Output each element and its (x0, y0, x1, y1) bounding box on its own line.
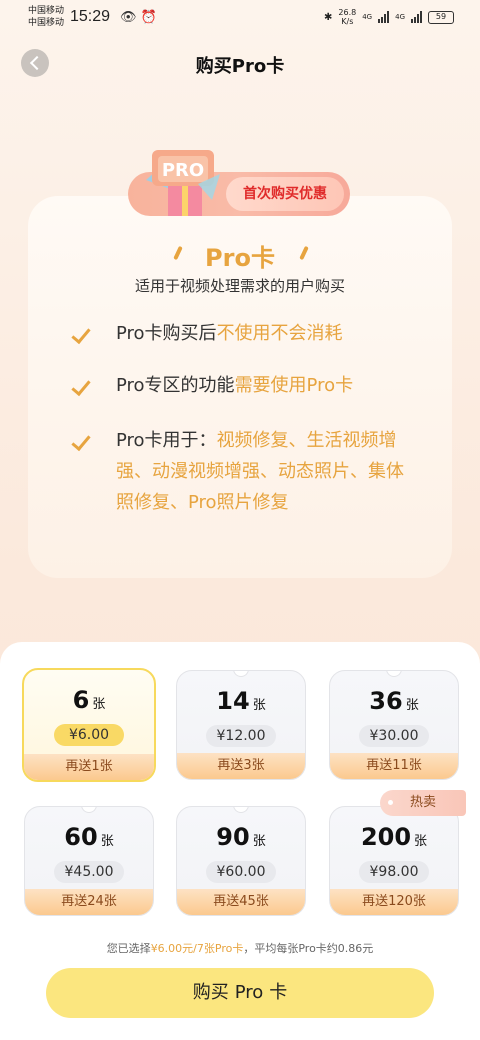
status-bar: 中国移动 中国移动 15:29 👁 ⏰ ✱ 26.8 K/s 4G 4G 59 (0, 0, 480, 36)
pro-card-title: Pro卡 (205, 244, 275, 272)
pro-gift-icon: PRO (146, 150, 220, 216)
package-card-200[interactable]: 200 张 ¥98.00 再送120张 (329, 806, 459, 916)
package-price: ¥45.00 (54, 861, 124, 883)
package-count: 36 张 (369, 687, 419, 715)
feature-item: Pro卡购买后不使用不会消耗 (71, 318, 396, 349)
page-title: 购买Pro卡 (195, 56, 285, 77)
feature-text: Pro专区的功能 (116, 375, 235, 396)
package-bonus: 再送24张 (25, 889, 153, 915)
package-count: 6张 (72, 686, 106, 714)
first-purchase-badge: 首次购买优惠 (226, 177, 344, 211)
hot-sale-label: 热卖 (409, 795, 436, 810)
package-card-6[interactable]: 6张 ¥6.00 再送1张 (22, 668, 156, 782)
eye-icon: 👁 (120, 10, 137, 25)
package-price: ¥6.00 (54, 724, 124, 746)
selection-summary: 您已选择¥6.00元/7张Pro卡，平均每张Pro卡约0.86元 (106, 942, 374, 955)
speed-value: 26.8 (338, 8, 357, 17)
network-type-2: 4G (395, 13, 405, 21)
package-bonus: 再送1张 (24, 754, 154, 780)
carrier-1: 中国移动 (28, 6, 65, 16)
package-count: 14 张 (216, 687, 266, 715)
package-bonus: 再送3张 (177, 753, 305, 779)
package-price: ¥60.00 (206, 861, 276, 883)
package-bonus: 再送120张 (330, 889, 458, 915)
carrier-2: 中国移动 (28, 18, 65, 28)
package-count: 60 张 (64, 823, 114, 851)
status-icons-left: 👁 ⏰ (120, 10, 157, 25)
package-card-90[interactable]: 90 张 ¥60.00 再送45张 (176, 806, 306, 916)
feature-highlight: 需要使用Pro卡 (234, 375, 354, 396)
feature-text: Pro卡用于： (116, 430, 217, 451)
feature-item: Pro卡用于：视频修复、生活视频增强、动漫视频增强、动态照片、集体照修复、Pro… (71, 425, 420, 518)
status-icons-right: ✱ 26.8 K/s 4G 4G 59 (324, 8, 454, 26)
carrier-info: 中国移动 中国移动 (28, 5, 64, 29)
status-time: 15:29 (70, 8, 111, 25)
package-card-60[interactable]: 60 张 ¥45.00 再送24张 (24, 806, 154, 916)
package-price: ¥98.00 (359, 861, 429, 883)
buy-pro-card-button[interactable]: 购买 Pro 卡 (46, 968, 434, 1018)
package-price: ¥12.00 (206, 725, 276, 747)
gift-pro-text: PRO (162, 160, 204, 181)
speed-unit: K/s (341, 17, 354, 26)
feature-highlight: 不使用不会消耗 (216, 323, 343, 344)
network-speed: 26.8 K/s (338, 8, 356, 26)
package-count: 90 张 (216, 823, 266, 851)
package-bonus: 再送11张 (330, 753, 458, 779)
package-card-36[interactable]: 36 张 ¥30.00 再送11张 (329, 670, 459, 780)
package-card-14[interactable]: 14 张 ¥12.00 再送3张 (176, 670, 306, 780)
signal-icon-2 (411, 11, 422, 23)
pro-card-subtitle: 适用于视频处理需求的用户购买 (134, 277, 345, 295)
network-type-1: 4G (362, 13, 373, 21)
package-bonus: 再送45张 (177, 889, 305, 915)
feature-item: Pro专区的功能需要使用Pro卡 (71, 370, 396, 401)
hot-sale-tag: 热卖 (380, 790, 466, 816)
feature-text: Pro卡购买后 (116, 323, 217, 344)
bluetooth-icon: ✱ (324, 11, 333, 23)
alarm-icon: ⏰ (140, 10, 157, 25)
package-price: ¥30.00 (359, 725, 429, 747)
signal-icon-1 (378, 11, 390, 23)
battery-icon: 59 (428, 10, 454, 24)
package-count: 200 张 (360, 823, 428, 851)
